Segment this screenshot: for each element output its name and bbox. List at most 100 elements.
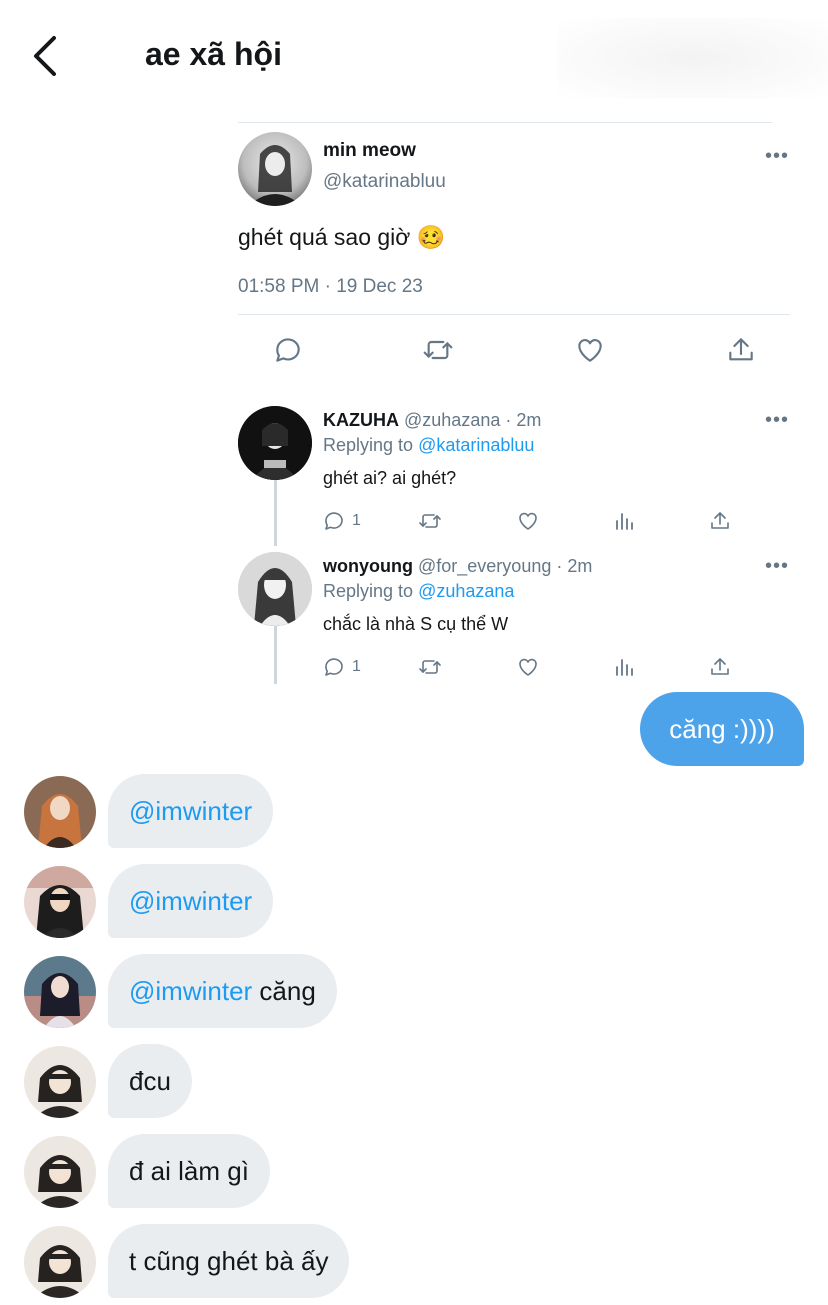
- thread-line: [274, 626, 277, 684]
- message-text: t cũng ghét bà ấy: [129, 1245, 329, 1276]
- incoming-message-bubble[interactable]: @imwinter: [108, 864, 274, 938]
- avatar[interactable]: [24, 776, 96, 848]
- message-row: @imwinter: [0, 864, 828, 940]
- share-button[interactable]: [708, 654, 732, 680]
- avatar-photo: [24, 1226, 96, 1298]
- avatar-photo: [238, 406, 312, 480]
- reply-header: KAZUHA @zuhazana · 2m: [323, 410, 541, 431]
- avatar-photo: [248, 145, 302, 206]
- reply-header: wonyoung @for_everyoung · 2m: [323, 556, 592, 577]
- reply-button[interactable]: 1: [322, 508, 361, 534]
- card-top-divider: [238, 122, 772, 123]
- incoming-message-bubble[interactable]: đ ai làm gì: [108, 1134, 270, 1208]
- retweet-icon: [419, 514, 441, 528]
- share-button[interactable]: [708, 508, 732, 534]
- reply-separator: ·: [505, 410, 517, 430]
- replying-to-link[interactable]: @katarinabluu: [418, 435, 534, 455]
- share-icon: [711, 658, 729, 675]
- replying-to-line: Replying to @katarinabluu: [323, 435, 534, 456]
- avatar[interactable]: [24, 1226, 96, 1298]
- reply-author-name[interactable]: wonyoung: [323, 556, 413, 576]
- reply-icon: [325, 658, 343, 676]
- avatar[interactable]: [238, 406, 312, 480]
- replying-to-link[interactable]: @zuhazana: [418, 581, 514, 601]
- incoming-message-bubble[interactable]: @imwinter: [108, 774, 274, 848]
- avatar[interactable]: [24, 866, 96, 938]
- chevron-left-icon: [34, 36, 56, 76]
- replying-to-label: Replying to: [323, 435, 414, 455]
- analytics-icon: [616, 659, 633, 676]
- retweet-button[interactable]: [418, 654, 442, 680]
- message-row: @imwinter căng: [0, 954, 828, 1030]
- more-horizontal-icon[interactable]: •••: [765, 556, 789, 576]
- thread-line: [274, 480, 277, 546]
- avatar-photo: [24, 866, 96, 938]
- reply-author-handle[interactable]: @zuhazana: [404, 410, 500, 430]
- incoming-message-bubble[interactable]: t cũng ghét bà ấy: [108, 1224, 350, 1298]
- more-horizontal-icon[interactable]: •••: [765, 410, 789, 430]
- like-button[interactable]: [516, 654, 540, 680]
- share-icon: [711, 512, 729, 529]
- shared-tweet-card[interactable]: min meow @katarinabluu ••• ghét quá sao …: [238, 122, 790, 380]
- avatar[interactable]: [24, 956, 96, 1028]
- tweet-author-name[interactable]: min meow: [323, 140, 416, 162]
- message-mention[interactable]: @imwinter: [129, 976, 252, 1007]
- avatar-photo: [24, 1046, 96, 1118]
- avatar[interactable]: [24, 1136, 96, 1208]
- reply-icon: [325, 512, 343, 530]
- like-icon: [578, 339, 602, 362]
- analytics-button[interactable]: [612, 508, 636, 534]
- avatar-photo: [238, 552, 312, 626]
- avatar-photo: [24, 1136, 96, 1208]
- message-text: đ ai làm gì: [129, 1155, 249, 1186]
- card-divider: [238, 314, 790, 315]
- reply-count: 1: [352, 658, 361, 675]
- header-blur: [558, 18, 828, 98]
- message-mention[interactable]: @imwinter: [129, 886, 252, 917]
- message-row: t cũng ghét bà ấy: [0, 1224, 828, 1300]
- avatar[interactable]: [238, 552, 312, 626]
- tweet-timestamp: 01:58 PM · 19 Dec 23: [238, 276, 423, 297]
- message-text: căng: [252, 975, 316, 1006]
- avatar[interactable]: [24, 1046, 96, 1118]
- more-horizontal-icon[interactable]: •••: [765, 146, 789, 166]
- message-row: đcu: [0, 1044, 828, 1120]
- outgoing-message-bubble[interactable]: căng :)))): [640, 692, 804, 766]
- analytics-icon: [616, 513, 633, 530]
- reply-text: chắc là nhà S cụ thể W: [323, 614, 509, 634]
- reply-tweet[interactable]: wonyoung @for_everyoung · 2m ••• Replyin…: [238, 552, 798, 692]
- reply-author-handle[interactable]: @for_everyoung: [418, 556, 551, 576]
- reply-button[interactable]: [272, 334, 304, 366]
- incoming-message-bubble[interactable]: đcu: [108, 1044, 192, 1118]
- message-row: đ ai làm gì: [0, 1134, 828, 1210]
- retweet-button[interactable]: [418, 508, 442, 534]
- like-icon: [519, 512, 537, 530]
- analytics-button[interactable]: [612, 654, 636, 680]
- share-button[interactable]: [725, 334, 757, 366]
- reply-count: 1: [352, 512, 361, 529]
- share-icon: [729, 338, 753, 361]
- tweet-author-handle[interactable]: @katarinabluu: [323, 171, 446, 193]
- message-text: đcu: [129, 1065, 171, 1096]
- message-mention[interactable]: @imwinter: [129, 796, 252, 827]
- avatar-photo: [24, 776, 96, 848]
- reply-author-name[interactable]: KAZUHA: [323, 410, 399, 430]
- avatar[interactable]: [238, 132, 312, 206]
- like-button[interactable]: [574, 334, 606, 366]
- reply-time: 2m: [567, 556, 593, 576]
- reply-tweet[interactable]: KAZUHA @zuhazana · 2m ••• Replying to @k…: [238, 406, 798, 546]
- avatar-photo: [24, 956, 96, 1028]
- reply-button[interactable]: 1: [322, 654, 361, 680]
- reply-time: 2m: [516, 410, 542, 430]
- incoming-message-bubble[interactable]: @imwinter căng: [108, 954, 337, 1028]
- retweet-button[interactable]: [422, 334, 454, 366]
- replying-to-line: Replying to @zuhazana: [323, 581, 514, 602]
- back-button[interactable]: [28, 34, 64, 78]
- reply-separator: ·: [556, 556, 568, 576]
- tweet-text: ghét quá sao giờ 🥴: [238, 224, 446, 250]
- like-icon: [519, 658, 537, 676]
- like-button[interactable]: [516, 508, 540, 534]
- retweet-icon: [419, 660, 441, 674]
- retweet-icon: [423, 340, 453, 360]
- message-row: @imwinter: [0, 774, 828, 850]
